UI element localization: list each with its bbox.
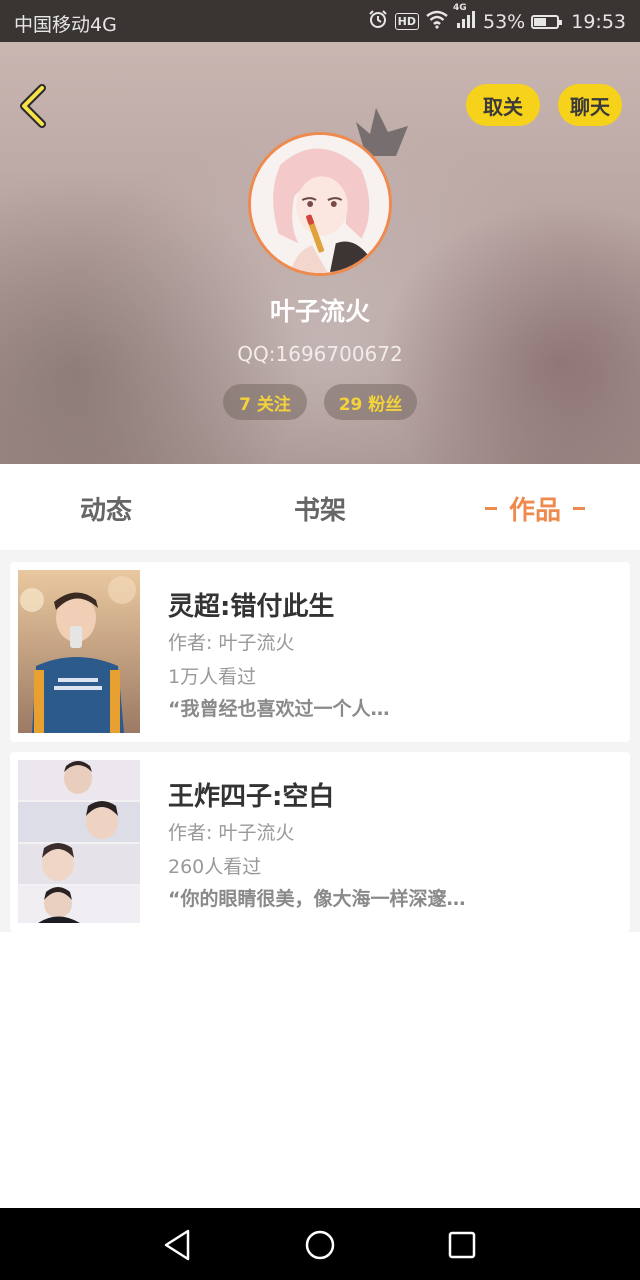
chat-button[interactable]: 聊天 (558, 84, 622, 126)
work-card[interactable]: 王炸四子:空白 作者: 叶子流火 260人看过 “你的眼睛很美，像大海一样深邃… (10, 752, 630, 932)
work-excerpt: “我曾经也喜欢过一个人… (168, 698, 390, 720)
nickname: 叶子流火 (269, 297, 370, 326)
work-title: 灵超:错付此生 (168, 592, 335, 622)
work-author: 作者: 叶子流火 (168, 822, 295, 844)
qq-number: QQ:1696700672 (237, 342, 403, 366)
nav-home-button[interactable] (300, 1226, 340, 1264)
alarm-icon (367, 8, 389, 35)
clock: 19:53 (571, 10, 626, 33)
work-views: 1万人看过 (168, 666, 257, 688)
triangle-back-icon (164, 1229, 190, 1261)
tab-bar: 动态 书架 作品 (0, 466, 640, 550)
work-excerpt: “你的眼睛很美，像大海一样深邃… (168, 888, 466, 910)
work-author: 作者: 叶子流火 (168, 632, 295, 654)
fans-count[interactable]: 29 粉丝 (324, 384, 417, 420)
wifi-icon (425, 9, 449, 34)
tab-activity[interactable]: 动态 (36, 466, 176, 550)
tab-works[interactable]: 作品 (460, 466, 610, 550)
nav-back-button[interactable] (158, 1226, 198, 1264)
tab-bookshelf[interactable]: 书架 (250, 466, 390, 550)
following-count[interactable]: 7 关注 (223, 384, 307, 420)
profile-header: 取关 聊天 叶子流火 QQ:1696700672 7 关注 29 粉丝 (0, 42, 640, 464)
unfollow-button[interactable]: 取关 (466, 84, 540, 126)
battery-percent: 53% (483, 10, 526, 33)
carrier-label: 中国移动4G (14, 14, 117, 36)
work-cover-image (18, 760, 140, 923)
square-recents-icon (448, 1231, 476, 1259)
tab-works-label: 作品 (508, 495, 561, 526)
work-title: 王炸四子:空白 (168, 782, 335, 812)
signal-icon: 4G (453, 3, 477, 34)
work-card[interactable]: 灵超:错付此生 作者: 叶子流火 1万人看过 “我曾经也喜欢过一个人… (10, 562, 630, 742)
status-icons: HD 4G 53% 19:53 (367, 3, 626, 35)
network-type-label: 4G (453, 3, 467, 13)
work-views: 260人看过 (168, 856, 262, 878)
avatar[interactable] (248, 132, 392, 276)
tab-indicator-right (573, 506, 585, 510)
chevron-left-icon (20, 84, 46, 128)
battery-icon (531, 14, 563, 29)
hd-badge: HD (394, 13, 419, 30)
circle-home-icon (305, 1230, 335, 1260)
system-nav-bar (0, 1208, 640, 1280)
avatar-illustration (251, 135, 389, 273)
nav-recents-button[interactable] (442, 1226, 482, 1264)
work-cover-image (18, 570, 140, 733)
back-button[interactable] (14, 82, 54, 130)
status-bar: 中国移动4G HD 4G 53% 19:53 (0, 0, 640, 42)
tab-indicator-left (484, 506, 497, 510)
